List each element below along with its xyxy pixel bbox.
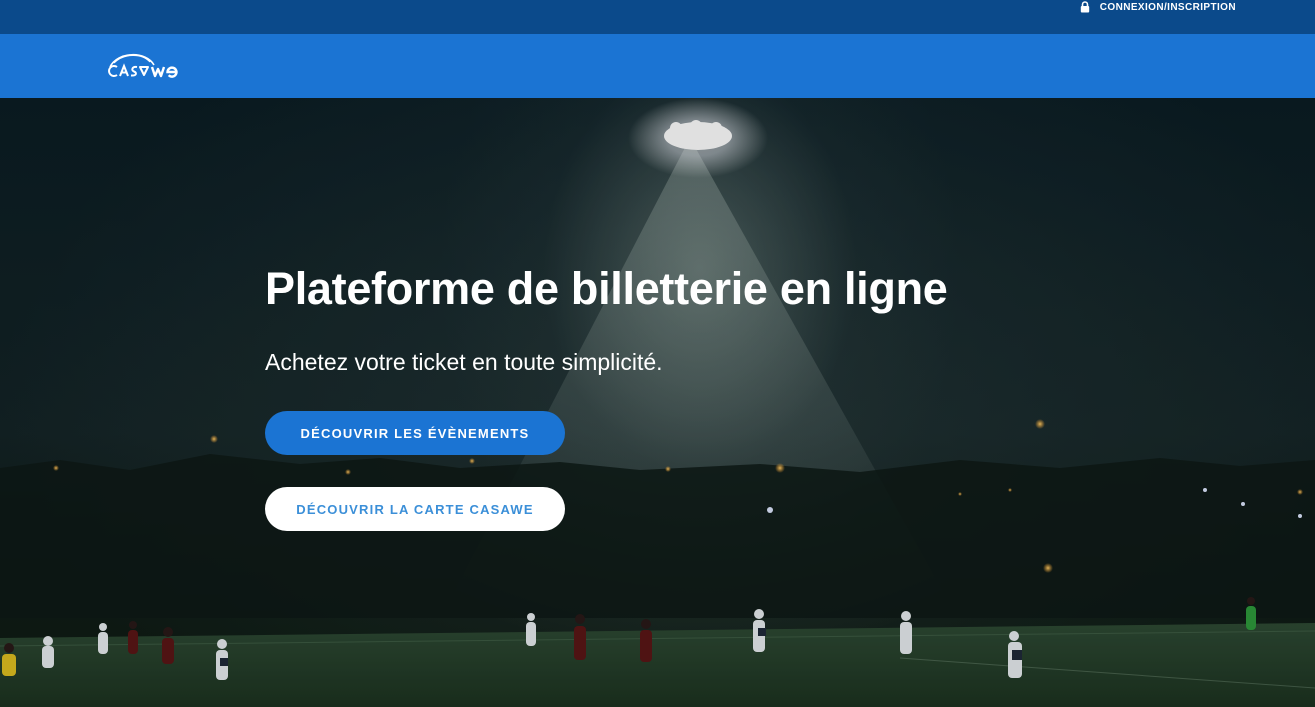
hero-subtitle: Achetez votre ticket en toute simplicité… (265, 349, 663, 375)
hero-section: Plateforme de billetterie en ligne Achet… (0, 98, 1315, 707)
hero-title: Plateforme de billetterie en ligne (265, 263, 948, 314)
discover-casawe-card-button[interactable]: DÉCOUVRIR LA CARTE CASAWE (265, 487, 565, 531)
login-signup-link[interactable]: CONNEXION/INSCRIPTION (1080, 0, 1236, 14)
login-signup-label: CONNEXION/INSCRIPTION (1099, 1, 1236, 13)
main-navbar (0, 34, 1315, 98)
top-bar: CONNEXION/INSCRIPTION (0, 0, 1315, 34)
lock-icon (1080, 1, 1090, 13)
casawe-logo[interactable] (106, 45, 198, 87)
hero-background-image (0, 98, 1315, 707)
discover-events-button[interactable]: DÉCOUVRIR LES ÉVÈNEMENTS (265, 411, 565, 455)
